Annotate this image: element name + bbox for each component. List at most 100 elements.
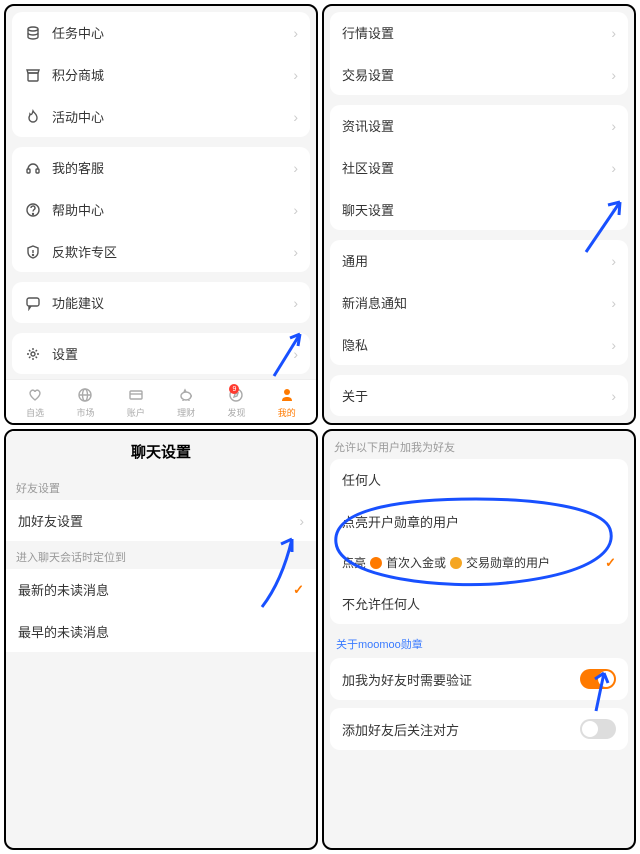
- row-settings[interactable]: 设置 ›: [12, 333, 310, 374]
- text-part: 交易勋章的用户: [466, 554, 550, 571]
- tab-label: 我的: [278, 406, 296, 419]
- tab-discover[interactable]: 发现 9: [227, 386, 245, 419]
- row-task-center[interactable]: 任务中心 ›: [12, 12, 310, 53]
- option-nobody[interactable]: 不允许任何人: [330, 582, 628, 624]
- friend-settings-group: 加好友设置 ›: [6, 500, 316, 541]
- row-label: 资讯设置: [342, 116, 611, 135]
- chevron-right-icon: ›: [611, 295, 616, 311]
- row-help-center[interactable]: 帮助中心 ›: [12, 188, 310, 230]
- chevron-right-icon: ›: [293, 244, 298, 260]
- option-anyone[interactable]: 任何人: [330, 459, 628, 500]
- chevron-right-icon: ›: [293, 109, 298, 125]
- chevron-right-icon: ›: [293, 202, 298, 218]
- row-feedback[interactable]: 功能建议 ›: [12, 282, 310, 323]
- chevron-right-icon: ›: [293, 67, 298, 83]
- row-privacy[interactable]: 隐私›: [330, 323, 628, 365]
- tab-label: 市场: [76, 406, 94, 419]
- row-label: 交易设置: [342, 65, 611, 84]
- check-icon: ✓: [605, 555, 616, 571]
- row-label: 最早的未读消息: [18, 622, 304, 641]
- globe-icon: [76, 386, 94, 404]
- row-about[interactable]: 关于›: [330, 375, 628, 416]
- menu-scroll: 任务中心 › 积分商城 › 活动中心 › 我的客服 › 帮助中心: [6, 6, 316, 379]
- tab-bar: 自选 市场 账户 理财 发现 9 我的: [6, 379, 316, 423]
- chevron-right-icon: ›: [299, 513, 304, 529]
- option-open-account-badge[interactable]: 点亮开户勋章的用户: [330, 500, 628, 542]
- row-label: 功能建议: [52, 293, 293, 312]
- chevron-right-icon: ›: [293, 346, 298, 362]
- row-label: 加好友设置: [18, 511, 299, 530]
- row-label: 关于: [342, 386, 611, 405]
- row-label: 点亮开户勋章的用户: [342, 512, 616, 531]
- row-label: 行情设置: [342, 23, 611, 42]
- tab-mine[interactable]: 我的: [278, 386, 296, 419]
- row-verify-toggle[interactable]: 加我为好友时需要验证: [330, 658, 628, 700]
- row-label: 我的客服: [52, 158, 293, 177]
- tab-account[interactable]: 账户: [127, 386, 145, 419]
- row-label: 不允许任何人: [342, 594, 616, 613]
- row-follow-toggle[interactable]: 添加好友后关注对方: [330, 708, 628, 750]
- tab-label: 发现: [227, 406, 245, 419]
- row-general[interactable]: 通用›: [330, 240, 628, 281]
- row-label: 隐私: [342, 335, 611, 354]
- allow-group: 任何人 点亮开户勋章的用户 点亮 首次入金或 交易勋章的用户 ✓ 不允许任何人: [330, 459, 628, 624]
- row-activity-center[interactable]: 活动中心 ›: [12, 95, 310, 137]
- deposit-badge-icon: [370, 557, 382, 569]
- row-chat-settings[interactable]: 聊天设置›: [330, 188, 628, 230]
- chevron-right-icon: ›: [293, 160, 298, 176]
- row-label: 最新的未读消息: [18, 580, 287, 599]
- text-part: 首次入金或: [386, 554, 446, 571]
- toggle-group: 加我为好友时需要验证: [330, 658, 628, 700]
- comment-icon: [24, 294, 42, 312]
- row-label: 积分商城: [52, 65, 293, 84]
- toggle-switch[interactable]: [580, 669, 616, 689]
- row-new-message-notify[interactable]: 新消息通知›: [330, 281, 628, 323]
- settings-group: 资讯设置› 社区设置› 聊天设置›: [330, 105, 628, 230]
- row-label: 任务中心: [52, 23, 293, 42]
- flame-icon: [24, 108, 42, 126]
- text-part: 点亮: [342, 554, 366, 571]
- row-news-settings[interactable]: 资讯设置›: [330, 105, 628, 146]
- heart-icon: [26, 386, 44, 404]
- row-quote-settings[interactable]: 行情设置›: [330, 12, 628, 53]
- gear-icon: [24, 345, 42, 363]
- row-label: 活动中心: [52, 107, 293, 126]
- chevron-right-icon: ›: [293, 25, 298, 41]
- row-add-friend-settings[interactable]: 加好友设置 ›: [6, 500, 316, 541]
- card-icon: [127, 386, 145, 404]
- option-deposit-or-trade-badge[interactable]: 点亮 首次入金或 交易勋章的用户 ✓: [330, 542, 628, 582]
- row-antifraud[interactable]: 反欺诈专区 ›: [12, 230, 310, 272]
- stack-icon: [24, 24, 42, 42]
- tab-label: 账户: [127, 406, 145, 419]
- chevron-right-icon: ›: [611, 67, 616, 83]
- pig-icon: [177, 386, 195, 404]
- settings-group: 通用› 新消息通知› 隐私›: [330, 240, 628, 365]
- check-icon: ✓: [293, 582, 304, 598]
- row-label: 新消息通知: [342, 293, 611, 312]
- chevron-right-icon: ›: [611, 202, 616, 218]
- panel-chat-settings: 聊天设置 好友设置 加好友设置 › 进入聊天会话时定位到 最新的未读消息 ✓ 最…: [4, 429, 318, 850]
- row-label: 设置: [52, 344, 293, 363]
- row-label: 任何人: [342, 470, 616, 489]
- toggle-switch[interactable]: [580, 719, 616, 739]
- tab-wealth[interactable]: 理财: [177, 386, 195, 419]
- row-customer-service[interactable]: 我的客服 ›: [12, 147, 310, 188]
- panel-my-menu: 任务中心 › 积分商城 › 活动中心 › 我的客服 › 帮助中心: [4, 4, 318, 425]
- row-latest-unread[interactable]: 最新的未读消息 ✓: [6, 569, 316, 610]
- link-about-badge[interactable]: 关于moomoo勋章: [324, 630, 634, 658]
- row-label: 加我为好友时需要验证: [342, 670, 580, 689]
- panel-add-friend-settings: 允许以下用户加我为好友 任何人 点亮开户勋章的用户 点亮 首次入金或 交易勋章的…: [322, 429, 636, 850]
- menu-group: 我的客服 › 帮助中心 › 反欺诈专区 ›: [12, 147, 310, 272]
- row-community-settings[interactable]: 社区设置›: [330, 146, 628, 188]
- row-earliest-unread[interactable]: 最早的未读消息: [6, 610, 316, 652]
- chevron-right-icon: ›: [611, 253, 616, 269]
- tab-market[interactable]: 市场: [76, 386, 94, 419]
- toggle-group: 添加好友后关注对方: [330, 708, 628, 750]
- tab-label: 理财: [177, 406, 195, 419]
- row-trade-settings[interactable]: 交易设置›: [330, 53, 628, 95]
- tab-watchlist[interactable]: 自选: [26, 386, 44, 419]
- chevron-right-icon: ›: [293, 295, 298, 311]
- panel-settings: 行情设置› 交易设置› 资讯设置› 社区设置› 聊天设置› 通用› 新消息通知›…: [322, 4, 636, 425]
- row-points-mall[interactable]: 积分商城 ›: [12, 53, 310, 95]
- menu-group: 功能建议 ›: [12, 282, 310, 323]
